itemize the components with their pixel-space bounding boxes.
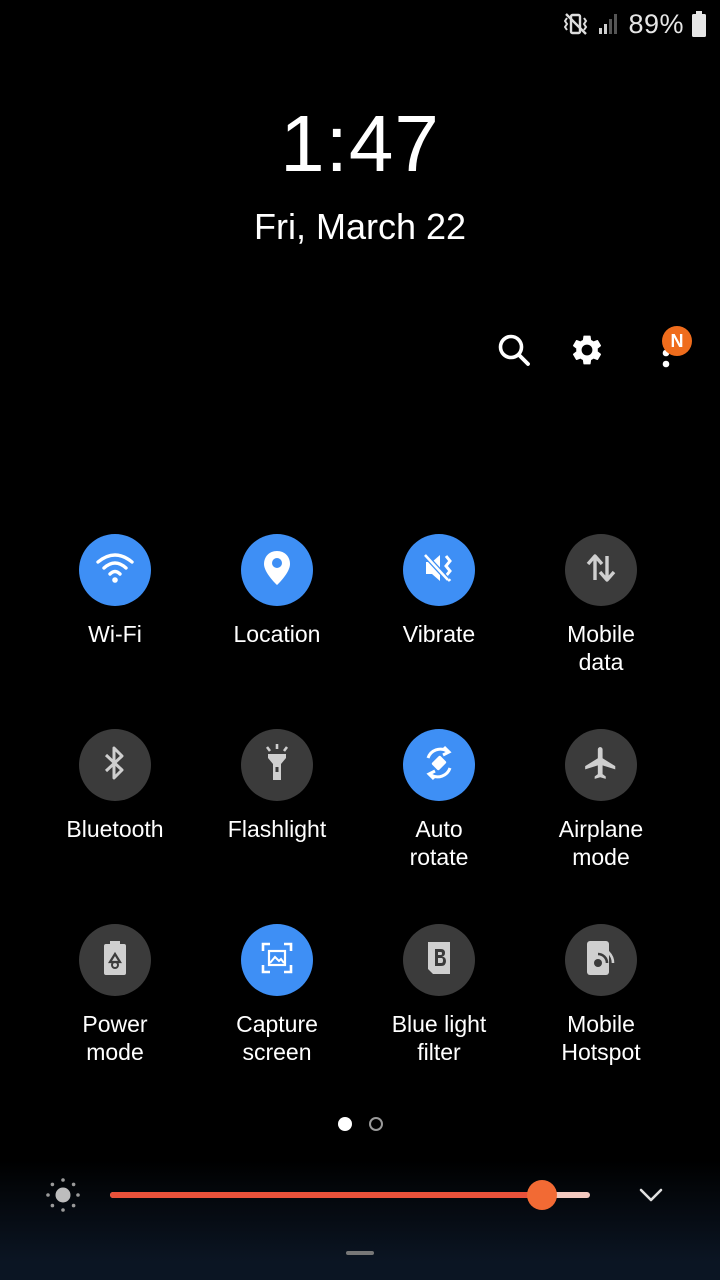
tile-vibrate[interactable]: Vibrate xyxy=(358,534,520,648)
capture-screen-icon xyxy=(259,940,295,981)
tile-location-toggle[interactable] xyxy=(241,534,313,606)
shade-header-actions: N xyxy=(0,326,720,378)
tile-wifi[interactable]: Wi-Fi xyxy=(34,534,196,648)
tile-capture-screen-label: Capture screen xyxy=(236,1011,318,1065)
tile-blue-light-filter-label: Blue light filter xyxy=(391,1011,487,1065)
brightness-slider-fill xyxy=(110,1192,542,1198)
tile-power-mode[interactable]: Power mode xyxy=(34,924,196,1066)
search-button[interactable] xyxy=(490,328,538,376)
tile-airplane-mode-toggle[interactable] xyxy=(565,729,637,801)
brightness-control xyxy=(0,1172,720,1218)
tile-power-mode-label: Power mode xyxy=(82,1011,148,1065)
tile-wifi-toggle[interactable] xyxy=(79,534,151,606)
tile-vibrate-toggle[interactable] xyxy=(403,534,475,606)
bluetooth-icon xyxy=(101,744,129,787)
location-pin-icon xyxy=(261,549,293,592)
tile-blue-light-filter[interactable]: Blue light filter xyxy=(358,924,520,1066)
settings-button[interactable] xyxy=(563,328,611,376)
tile-location[interactable]: Location xyxy=(196,534,358,648)
tile-auto-rotate-label: Auto rotate xyxy=(409,816,469,870)
clock-date: Fri, March 22 xyxy=(253,206,467,247)
tile-flashlight-label: Flashlight xyxy=(227,816,327,842)
tile-mobile-hotspot[interactable]: Mobile Hotspot xyxy=(520,924,682,1066)
tile-vibrate-label: Vibrate xyxy=(402,621,476,647)
blue-light-filter-icon xyxy=(423,939,455,982)
battery-icon xyxy=(692,11,706,37)
airplane-icon xyxy=(582,744,620,787)
brightness-sun-icon xyxy=(44,1176,82,1219)
tile-auto-rotate-toggle[interactable] xyxy=(403,729,475,801)
tile-mobile-data[interactable]: Mobile data xyxy=(520,534,682,676)
wifi-icon xyxy=(95,550,135,591)
signal-icon xyxy=(598,13,620,35)
page-indicator xyxy=(0,1117,720,1131)
tile-airplane-mode[interactable]: Airplane mode xyxy=(520,729,682,871)
page-dot-2[interactable] xyxy=(368,1117,383,1131)
tile-mobile-data-toggle[interactable] xyxy=(565,534,637,606)
brightness-slider-thumb[interactable] xyxy=(527,1180,557,1210)
tile-power-mode-toggle[interactable] xyxy=(79,924,151,996)
page-dot-1[interactable] xyxy=(337,1117,352,1131)
flashlight-icon xyxy=(260,743,294,788)
hotspot-icon xyxy=(584,939,618,982)
tile-wifi-label: Wi-Fi xyxy=(88,621,142,647)
brightness-slider[interactable] xyxy=(110,1180,590,1210)
status-bar: 89% xyxy=(564,6,706,42)
vibrate-icon xyxy=(420,550,458,591)
tile-flashlight-toggle[interactable] xyxy=(241,729,313,801)
search-icon xyxy=(496,332,532,373)
notification-shade: 89% 1:47 Fri, March 22 N Wi-Fi Location … xyxy=(0,0,720,1280)
notification-badge: N xyxy=(662,326,692,356)
battery-percent: 89% xyxy=(628,8,684,39)
clock-time: 1:47 xyxy=(280,99,440,188)
drag-handle[interactable] xyxy=(346,1251,374,1255)
tile-blue-light-filter-toggle[interactable] xyxy=(403,924,475,996)
tile-capture-screen[interactable]: Capture screen xyxy=(196,924,358,1066)
tile-mobile-hotspot-toggle[interactable] xyxy=(565,924,637,996)
expand-chevron-button[interactable] xyxy=(636,1180,666,1215)
tile-bluetooth-label: Bluetooth xyxy=(66,816,164,842)
tile-capture-screen-toggle[interactable] xyxy=(241,924,313,996)
data-arrows-icon xyxy=(583,550,619,591)
vibrate-mute-icon xyxy=(564,12,590,36)
tile-bluetooth[interactable]: Bluetooth xyxy=(34,729,196,843)
more-options-button[interactable]: N xyxy=(636,326,692,376)
power-mode-icon xyxy=(100,939,130,982)
tile-auto-rotate[interactable]: Auto rotate xyxy=(358,729,520,871)
auto-rotate-icon xyxy=(420,744,458,787)
tile-airplane-mode-label: Airplane mode xyxy=(558,816,644,870)
tile-flashlight[interactable]: Flashlight xyxy=(196,729,358,843)
tile-location-label: Location xyxy=(233,621,321,647)
tile-mobile-hotspot-label: Mobile Hotspot xyxy=(561,1011,641,1065)
tile-mobile-data-label: Mobile data xyxy=(567,621,635,675)
settings-icon xyxy=(569,332,605,373)
tile-bluetooth-toggle[interactable] xyxy=(79,729,151,801)
